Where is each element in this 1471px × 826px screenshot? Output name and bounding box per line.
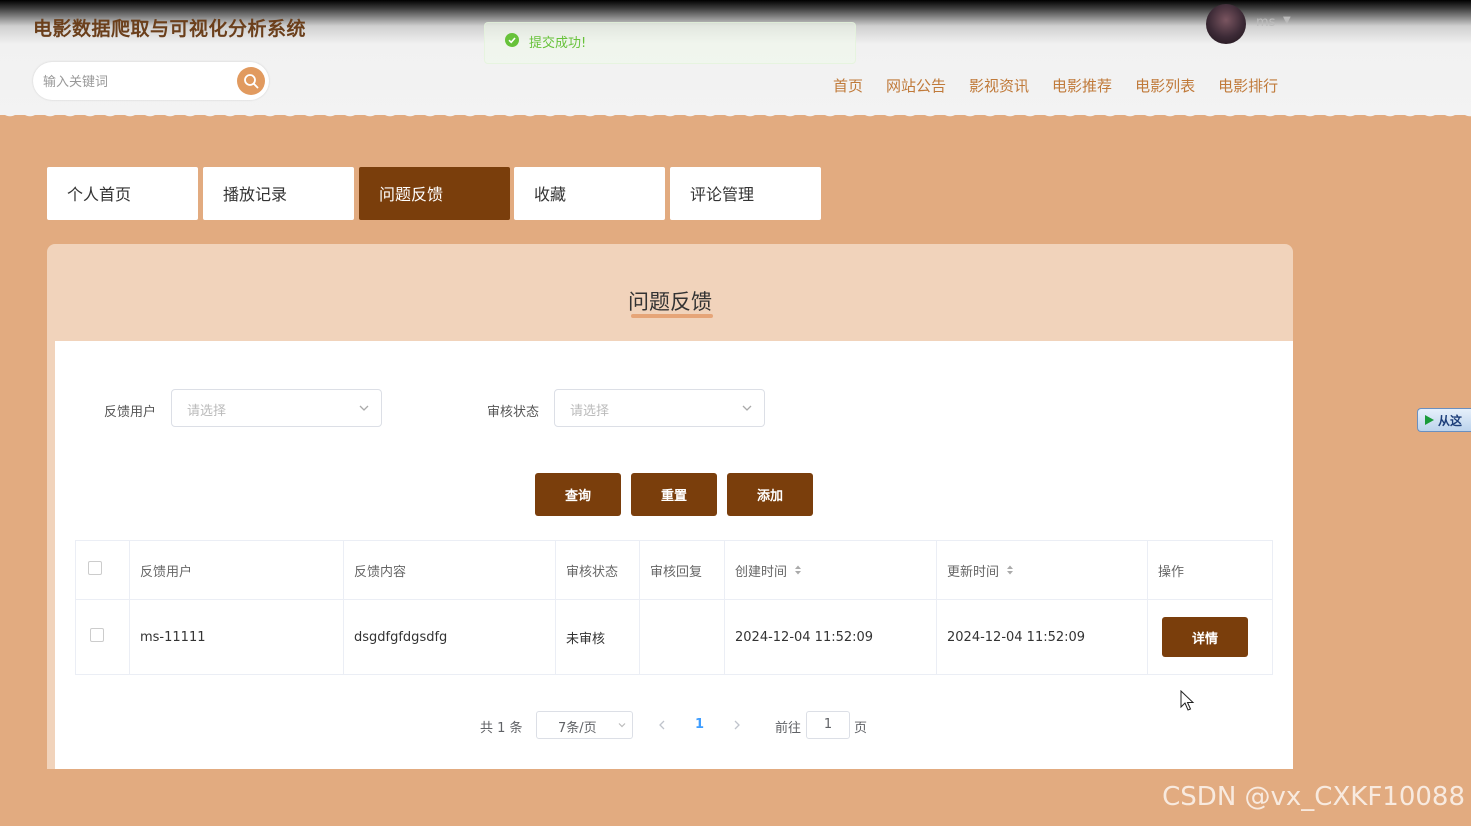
col-header-updated[interactable]: 更新时间: [937, 541, 1148, 599]
goto-prefix: 前往: [775, 721, 802, 736]
top-header: 电影数据爬取与可视化分析系统 提交成功! ms ▼ 首页 网站公告 影视资讯 电…: [0, 0, 1471, 115]
cell-status: 未审核: [556, 600, 640, 674]
user-filter-select[interactable]: 请选择: [171, 389, 382, 427]
success-toast: 提交成功!: [484, 22, 856, 64]
cell-actions: 详情: [1148, 600, 1272, 674]
goto-suffix: 页: [854, 721, 868, 736]
check-circle-icon: [505, 33, 519, 47]
sort-icon[interactable]: [793, 563, 803, 577]
col-header-reply: 审核回复: [640, 541, 725, 599]
site-title: 电影数据爬取与可视化分析系统: [33, 18, 307, 40]
avatar[interactable]: [1206, 4, 1246, 44]
cell-created: 2024-12-04 11:52:09: [725, 600, 937, 674]
query-button[interactable]: 查询: [535, 473, 621, 516]
col-header-actions: 操作: [1158, 564, 1185, 580]
side-widget-label: 从这: [1438, 413, 1463, 428]
goto-page-input[interactable]: 1: [806, 711, 850, 739]
col-header-created[interactable]: 创建时间: [725, 541, 937, 599]
feedback-panel: 问题反馈 反馈用户 请选择 审核状态 请选择 查询 重置 添加 反馈用户 反馈内…: [47, 244, 1293, 769]
username[interactable]: ms: [1256, 15, 1275, 30]
side-float-widget[interactable]: 从这: [1417, 408, 1471, 432]
wave-divider: [0, 106, 1471, 124]
caret-down-icon[interactable]: ▼: [1283, 15, 1291, 26]
select-all-cell: [76, 541, 130, 599]
chevron-down-icon: [618, 723, 626, 728]
user-filter-placeholder: 请选择: [187, 404, 227, 419]
page-title: 问题反馈: [628, 290, 712, 314]
sort-icon[interactable]: [1005, 563, 1015, 577]
nav-news[interactable]: 影视资讯: [969, 75, 1029, 96]
nav-announcements[interactable]: 网站公告: [886, 75, 946, 96]
nav-ranking[interactable]: 电影排行: [1218, 75, 1278, 96]
search-input[interactable]: [41, 70, 235, 94]
row-select-cell: [76, 600, 130, 674]
prev-page-icon[interactable]: [656, 719, 668, 731]
status-filter-select[interactable]: 请选择: [554, 389, 765, 427]
status-filter-label: 审核状态: [487, 405, 540, 420]
panel-body: 反馈用户 请选择 审核状态 请选择 查询 重置 添加 反馈用户 反馈内容 审核状…: [55, 341, 1293, 769]
reset-button[interactable]: 重置: [631, 473, 717, 516]
add-button[interactable]: 添加: [727, 473, 813, 516]
nav-recommend[interactable]: 电影推荐: [1052, 75, 1112, 96]
page-number-current[interactable]: 1: [695, 717, 704, 732]
cell-content: dsgdfgfdgsdfg: [344, 600, 556, 674]
col-header-created-label: 创建时间: [735, 564, 788, 580]
status-filter-placeholder: 请选择: [570, 404, 610, 419]
cell-user: ms-11111: [130, 600, 344, 674]
page-size-value: 7条/页: [558, 721, 597, 736]
col-header-updated-label: 更新时间: [947, 564, 1000, 580]
next-page-icon[interactable]: [731, 719, 743, 731]
chevron-down-icon: [742, 405, 752, 411]
search-button[interactable]: [237, 67, 265, 95]
cell-updated: 2024-12-04 11:52:09: [937, 600, 1148, 674]
page-size-select[interactable]: 7条/页: [536, 711, 633, 739]
tab-favorites[interactable]: 收藏: [514, 167, 665, 220]
col-header-content: 反馈内容: [344, 541, 556, 599]
col-header-status: 审核状态: [556, 541, 640, 599]
tab-profile-home[interactable]: 个人首页: [47, 167, 198, 220]
user-filter-label: 反馈用户: [104, 405, 157, 420]
col-header-user: 反馈用户: [130, 541, 344, 599]
select-all-checkbox[interactable]: [88, 561, 102, 575]
search-box: [33, 62, 269, 100]
feedback-table: 反馈用户 反馈内容 审核状态 审核回复 创建时间 更新时间 操作 ms-1111…: [75, 540, 1273, 675]
tab-play-history[interactable]: 播放记录: [203, 167, 354, 220]
nav-home[interactable]: 首页: [833, 75, 863, 96]
detail-button[interactable]: 详情: [1162, 617, 1248, 657]
tab-feedback[interactable]: 问题反馈: [359, 167, 510, 220]
tab-comments[interactable]: 评论管理: [670, 167, 821, 220]
mouse-cursor-icon: [1180, 690, 1195, 711]
chevron-down-icon: [359, 405, 369, 411]
watermark: CSDN @vx_CXKF10088: [1162, 782, 1465, 812]
title-underline: [631, 314, 713, 318]
row-checkbox[interactable]: [90, 628, 104, 642]
pagination-total: 共 1 条: [480, 721, 523, 736]
toast-message: 提交成功!: [529, 36, 587, 51]
main-nav: 首页 网站公告 影视资讯 电影推荐 电影列表 电影排行: [833, 75, 1301, 96]
nav-movie-list[interactable]: 电影列表: [1135, 75, 1195, 96]
search-icon: [244, 74, 259, 89]
play-icon: [1425, 415, 1434, 425]
cell-reply: [640, 600, 725, 674]
